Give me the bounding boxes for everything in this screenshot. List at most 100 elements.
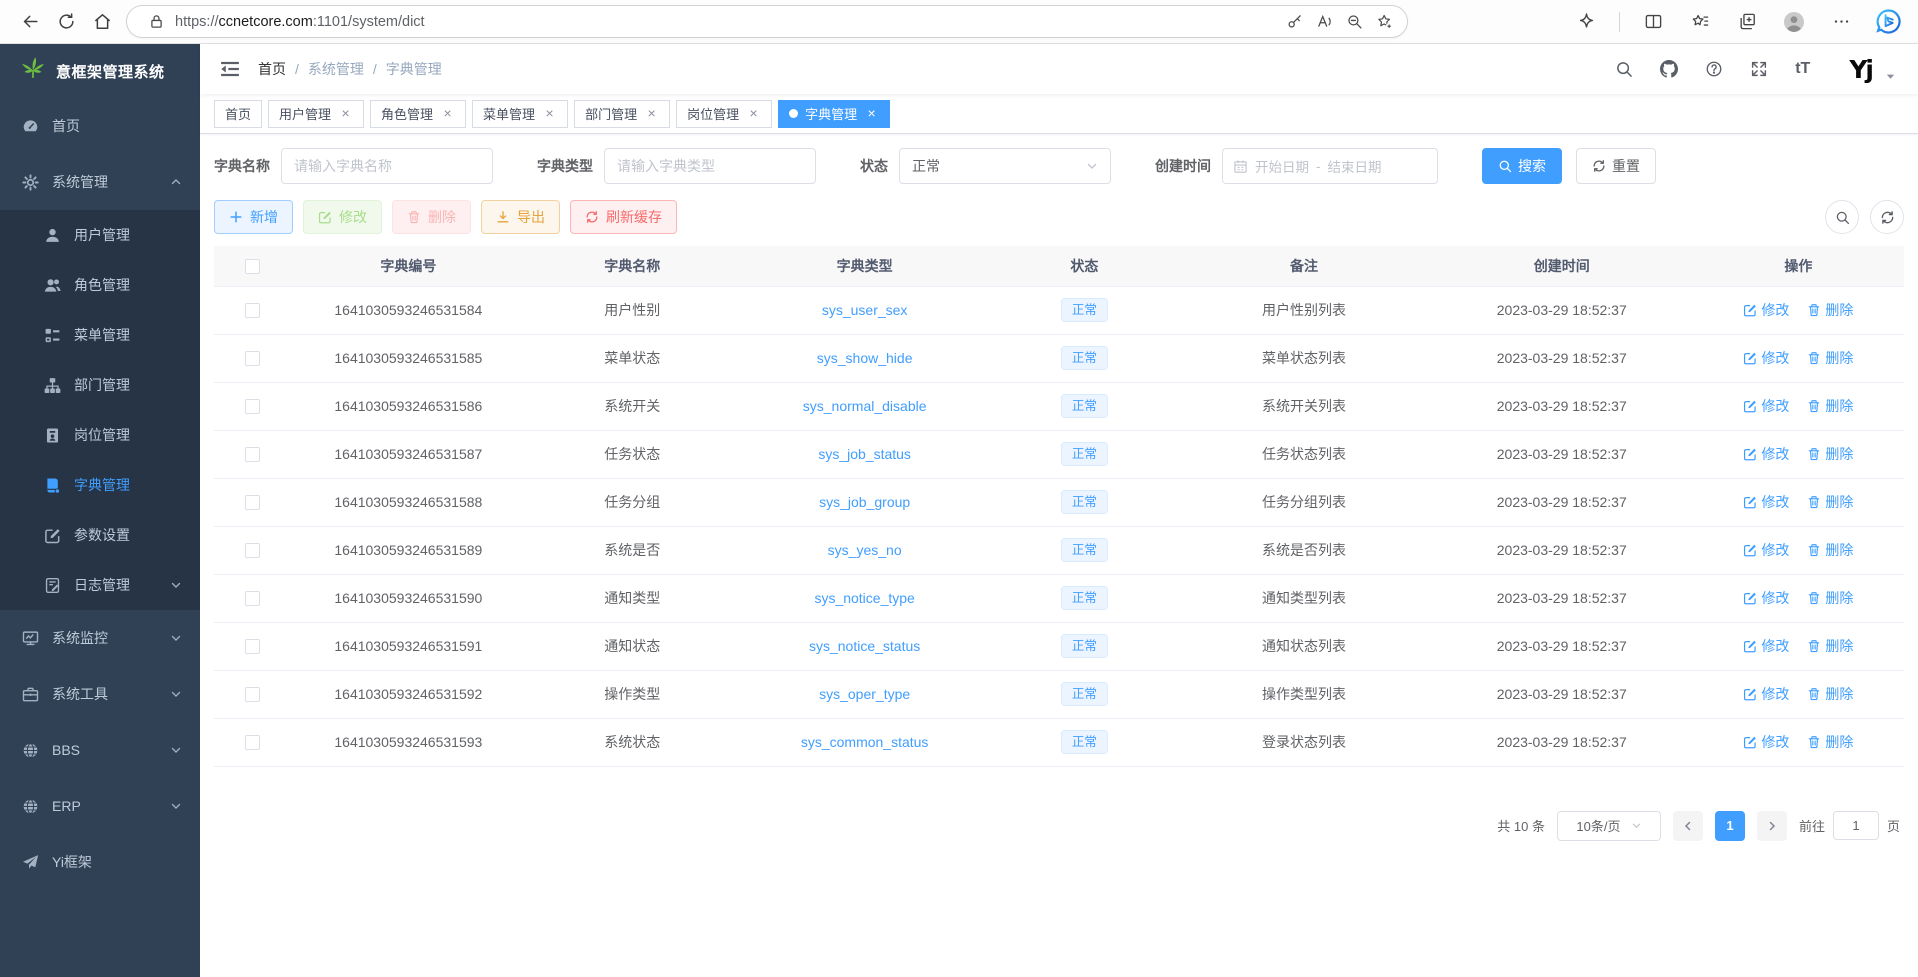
row-checkbox[interactable]	[245, 447, 260, 462]
dict-type-link[interactable]: sys_show_hide	[817, 350, 913, 366]
edit-link[interactable]: 修改	[1743, 732, 1789, 752]
tab-role-mgmt[interactable]: 角色管理×	[370, 100, 466, 128]
app-logo[interactable]: 意框架管理系统	[0, 44, 200, 98]
row-checkbox[interactable]	[245, 735, 260, 750]
back-icon[interactable]	[12, 5, 48, 39]
text-size-icon[interactable]: tT	[1795, 61, 1810, 77]
collections-icon[interactable]	[1729, 5, 1765, 39]
dict-type-link[interactable]: sys_notice_status	[809, 638, 920, 654]
sidebar-item-erp[interactable]: ERP	[0, 778, 200, 834]
page-number-button[interactable]: 1	[1715, 811, 1745, 841]
url-text[interactable]: https://ccnetcore.com:1101/system/dict	[175, 14, 1279, 30]
dict-type-link[interactable]: sys_oper_type	[819, 686, 910, 702]
tab-menu-mgmt[interactable]: 菜单管理×	[472, 100, 568, 128]
extensions-icon[interactable]	[1568, 5, 1604, 39]
prev-page-button[interactable]	[1673, 811, 1703, 841]
sidebar-item-bbs[interactable]: BBS	[0, 722, 200, 778]
tab-user-mgmt[interactable]: 用户管理×	[268, 100, 364, 128]
sidebar-item-sys-tools[interactable]: 系统工具	[0, 666, 200, 722]
next-page-button[interactable]	[1757, 811, 1787, 841]
row-checkbox[interactable]	[245, 399, 260, 414]
sidebar-item-sys-monitor[interactable]: 系统监控	[0, 610, 200, 666]
status-select[interactable]: 正常	[899, 148, 1111, 184]
read-aloud-icon[interactable]	[1309, 8, 1339, 36]
collapse-sidebar-icon[interactable]	[220, 59, 240, 79]
key-icon[interactable]	[1279, 8, 1309, 36]
row-checkbox[interactable]	[245, 495, 260, 510]
search-icon[interactable]	[1615, 60, 1633, 78]
help-icon[interactable]	[1705, 60, 1723, 78]
delete-link[interactable]: 删除	[1807, 396, 1853, 416]
dict-name-input[interactable]	[281, 148, 493, 184]
edit-link[interactable]: 修改	[1743, 444, 1789, 464]
reload-icon[interactable]	[48, 5, 84, 39]
row-checkbox[interactable]	[245, 543, 260, 558]
refresh-cache-button[interactable]: 刷新缓存	[570, 200, 677, 234]
close-icon[interactable]: ×	[440, 106, 455, 121]
edit-link[interactable]: 修改	[1743, 636, 1789, 656]
edit-link[interactable]: 修改	[1743, 684, 1789, 704]
search-button[interactable]: 搜索	[1482, 148, 1562, 184]
breadcrumb-home[interactable]: 首页	[258, 59, 286, 79]
edit-link[interactable]: 修改	[1743, 588, 1789, 608]
more-icon[interactable]	[1823, 5, 1859, 39]
sidebar-item-dept-mgmt[interactable]: 部门管理	[0, 360, 200, 410]
address-bar[interactable]: https://ccnetcore.com:1101/system/dict	[126, 5, 1408, 38]
delete-link[interactable]: 删除	[1807, 684, 1853, 704]
delete-link[interactable]: 删除	[1807, 588, 1853, 608]
bing-chat-icon[interactable]	[1870, 5, 1906, 39]
row-checkbox[interactable]	[245, 303, 260, 318]
tab-dict-mgmt[interactable]: 字典管理×	[778, 100, 890, 128]
profile-icon[interactable]	[1776, 5, 1812, 39]
dict-type-link[interactable]: sys_job_status	[818, 446, 911, 462]
sidebar-item-menu-mgmt[interactable]: 菜单管理	[0, 310, 200, 360]
page-size-select[interactable]: 10条/页	[1557, 811, 1661, 841]
sidebar-item-yi-framework[interactable]: Yi框架	[0, 834, 200, 890]
delete-link[interactable]: 删除	[1807, 348, 1853, 368]
row-checkbox[interactable]	[245, 591, 260, 606]
reset-button[interactable]: 重置	[1576, 148, 1656, 184]
dict-type-link[interactable]: sys_notice_type	[814, 590, 914, 606]
delete-button[interactable]: 删除	[392, 200, 471, 234]
delete-link[interactable]: 删除	[1807, 732, 1853, 752]
sidebar-item-post-mgmt[interactable]: 岗位管理	[0, 410, 200, 460]
refresh-table-icon[interactable]	[1870, 200, 1904, 234]
tab-home[interactable]: 首页	[214, 100, 262, 128]
sidebar-item-user-mgmt[interactable]: 用户管理	[0, 210, 200, 260]
add-button[interactable]: 新增	[214, 200, 293, 234]
add-favorite-icon[interactable]	[1369, 8, 1399, 36]
sidebar-item-home[interactable]: 首页	[0, 98, 200, 154]
dict-type-input[interactable]	[604, 148, 816, 184]
sidebar-item-role-mgmt[interactable]: 角色管理	[0, 260, 200, 310]
tab-post-mgmt[interactable]: 岗位管理×	[676, 100, 772, 128]
dict-type-link[interactable]: sys_normal_disable	[803, 398, 927, 414]
lock-icon[interactable]	[141, 8, 171, 36]
edit-link[interactable]: 修改	[1743, 396, 1789, 416]
row-checkbox[interactable]	[245, 351, 260, 366]
zoom-out-icon[interactable]	[1339, 8, 1369, 36]
split-screen-icon[interactable]	[1635, 5, 1671, 39]
delete-link[interactable]: 删除	[1807, 444, 1853, 464]
yj-avatar[interactable]: Yj	[1849, 55, 1872, 84]
date-range-picker[interactable]: 开始日期 - 结束日期	[1222, 148, 1438, 184]
delete-link[interactable]: 删除	[1807, 300, 1853, 320]
close-icon[interactable]: ×	[746, 106, 761, 121]
tab-dept-mgmt[interactable]: 部门管理×	[574, 100, 670, 128]
sidebar-item-param-settings[interactable]: 参数设置	[0, 510, 200, 560]
caret-down-icon[interactable]	[1885, 71, 1896, 82]
sidebar-item-log-mgmt[interactable]: 日志管理	[0, 560, 200, 610]
favorites-hub-icon[interactable]	[1682, 5, 1718, 39]
dict-type-link[interactable]: sys_user_sex	[822, 302, 908, 318]
row-checkbox[interactable]	[245, 687, 260, 702]
delete-link[interactable]: 删除	[1807, 492, 1853, 512]
modify-button[interactable]: 修改	[303, 200, 382, 234]
edit-link[interactable]: 修改	[1743, 348, 1789, 368]
delete-link[interactable]: 删除	[1807, 540, 1853, 560]
edit-link[interactable]: 修改	[1743, 540, 1789, 560]
goto-page-input[interactable]	[1833, 811, 1879, 840]
close-icon[interactable]: ×	[338, 106, 353, 121]
delete-link[interactable]: 删除	[1807, 636, 1853, 656]
close-icon[interactable]: ×	[864, 106, 879, 121]
dict-type-link[interactable]: sys_job_group	[819, 494, 910, 510]
close-icon[interactable]: ×	[644, 106, 659, 121]
